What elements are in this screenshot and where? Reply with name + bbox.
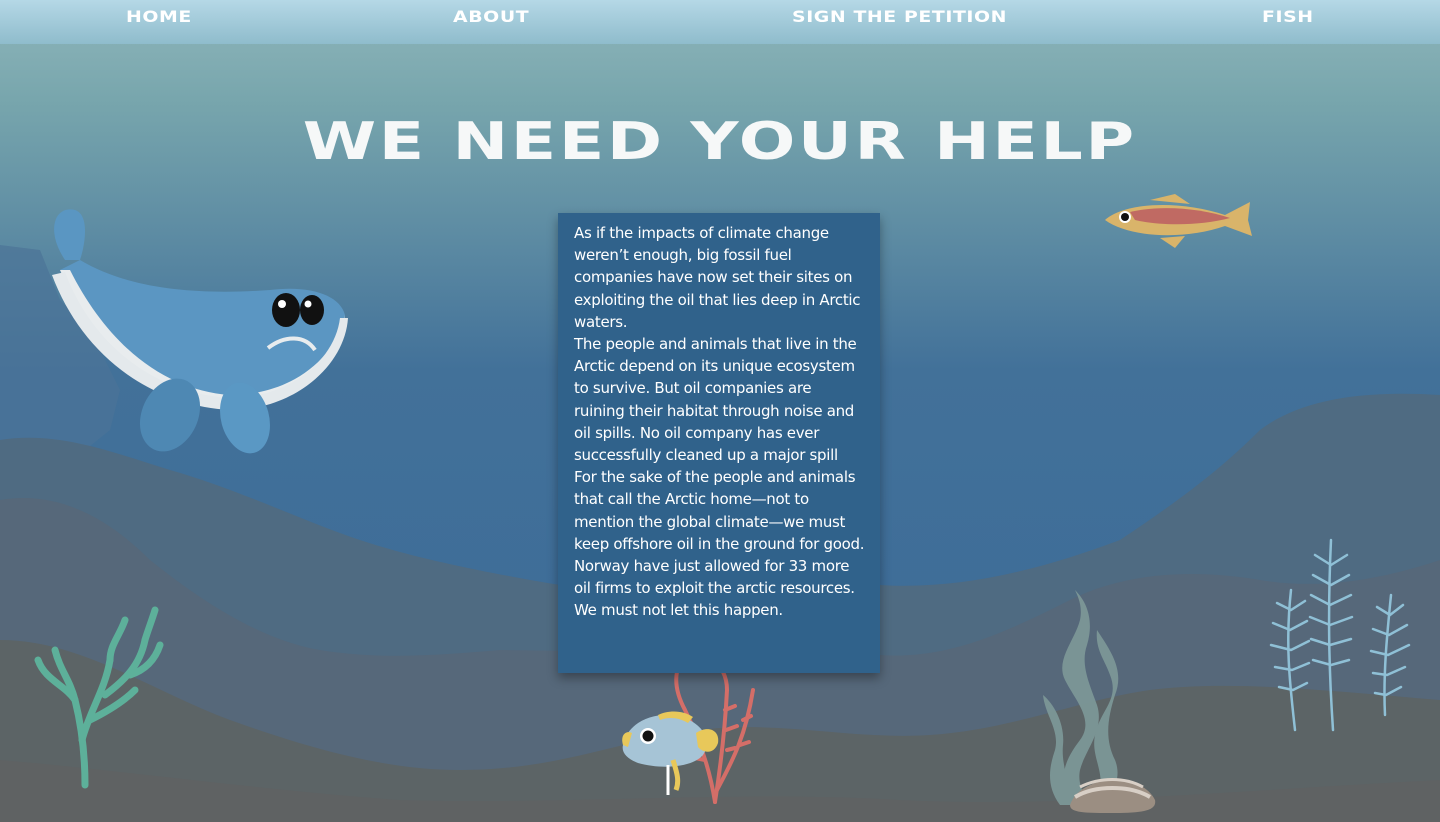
fern-icon: [1269, 538, 1411, 732]
nav-fish[interactable]: FISH: [1262, 7, 1314, 26]
whale-icon: [52, 209, 348, 454]
page-title: WE NEED YOUR HELP: [0, 112, 1440, 172]
yellow-fish-icon: [622, 711, 719, 795]
page-title-text: WE NEED YOUR HELP: [303, 112, 1137, 172]
nav-about[interactable]: ABOUT: [453, 7, 529, 26]
top-nav: HOME ABOUT SIGN THE PETITION FISH: [0, 0, 1440, 44]
nav-sign-the-petition[interactable]: SIGN THE PETITION: [792, 7, 1007, 26]
article-paragraph-1: As if the impacts of climate change were…: [574, 224, 861, 331]
nav-home[interactable]: HOME: [126, 7, 192, 26]
clam-icon: [1070, 778, 1156, 813]
salmon-icon: [1105, 194, 1252, 248]
article-paragraph-3: For the sake of the people and animals t…: [574, 468, 865, 620]
coral-icon: [34, 606, 164, 789]
article-box: As if the impacts of climate change were…: [558, 213, 880, 673]
article-paragraph-2: The people and animals that live in the …: [574, 335, 857, 465]
